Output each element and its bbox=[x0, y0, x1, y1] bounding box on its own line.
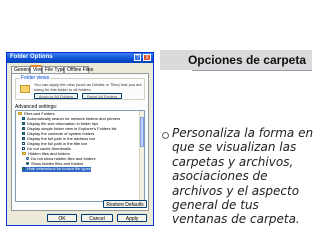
folder-icon bbox=[20, 85, 30, 93]
checkbox-unchecked[interactable] bbox=[22, 142, 25, 146]
checkbox-checked[interactable] bbox=[22, 132, 25, 136]
close-button[interactable]: X bbox=[143, 54, 151, 61]
reset-all-folders-button[interactable]: Reset All Folders bbox=[82, 93, 122, 99]
view-tab-panel: Folder views You can apply the view (suc… bbox=[11, 73, 149, 211]
dialog-title-bar: Folder Options ? X bbox=[7, 53, 153, 63]
folder-views-label: Folder views bbox=[20, 75, 51, 81]
apply-to-all-folders-button[interactable]: Apply to All Folders bbox=[34, 93, 78, 99]
tree-scrollbar[interactable] bbox=[139, 111, 144, 201]
checkbox-checked[interactable] bbox=[22, 117, 25, 121]
tree-row-selected[interactable]: Hide extensions for known file types bbox=[22, 166, 91, 172]
folder-views-description: You can apply the view (such as Details … bbox=[34, 82, 142, 92]
checkbox-checked[interactable] bbox=[22, 137, 25, 141]
restore-defaults-button[interactable]: Restore Defaults bbox=[103, 200, 147, 208]
help-button[interactable]: ? bbox=[134, 54, 141, 61]
cancel-button[interactable]: Cancel bbox=[81, 214, 113, 222]
slide-title: Opciones de carpeta bbox=[187, 53, 306, 67]
folder-views-group: Folder views You can apply the view (suc… bbox=[15, 75, 145, 100]
folder-icon bbox=[22, 152, 26, 156]
checkbox-checked[interactable] bbox=[22, 122, 25, 126]
radio-selected[interactable] bbox=[26, 162, 29, 166]
folder-icon bbox=[18, 112, 22, 116]
tab-general[interactable]: General bbox=[11, 66, 32, 73]
advanced-settings-tree[interactable]: Files and Folders Automatically search f… bbox=[15, 110, 145, 202]
bullet-circle-icon bbox=[162, 132, 169, 139]
tree-row-label: Hide extensions for known file types bbox=[27, 166, 91, 171]
checkbox-checked[interactable] bbox=[22, 127, 25, 131]
radio-unselected[interactable] bbox=[26, 157, 29, 161]
tab-offline-files[interactable]: Offline Files bbox=[64, 66, 93, 73]
checkbox-unchecked[interactable] bbox=[22, 147, 25, 151]
slide-title-bar: Opciones de carpeta bbox=[160, 50, 312, 70]
title-underline bbox=[192, 70, 312, 71]
ok-button[interactable]: OK bbox=[47, 214, 77, 222]
checkbox-checked[interactable] bbox=[22, 167, 25, 171]
dialog-title: Folder Options bbox=[10, 54, 53, 60]
tab-view[interactable]: View bbox=[30, 65, 44, 73]
apply-button[interactable]: Apply bbox=[117, 214, 147, 222]
folder-options-dialog: Folder Options ? X General View File Typ… bbox=[6, 52, 154, 226]
bullet-text: Personaliza la forma en que se visualiza… bbox=[172, 126, 314, 227]
tab-file-types[interactable]: File Types bbox=[42, 66, 68, 73]
scrollbar-thumb[interactable] bbox=[140, 117, 144, 147]
